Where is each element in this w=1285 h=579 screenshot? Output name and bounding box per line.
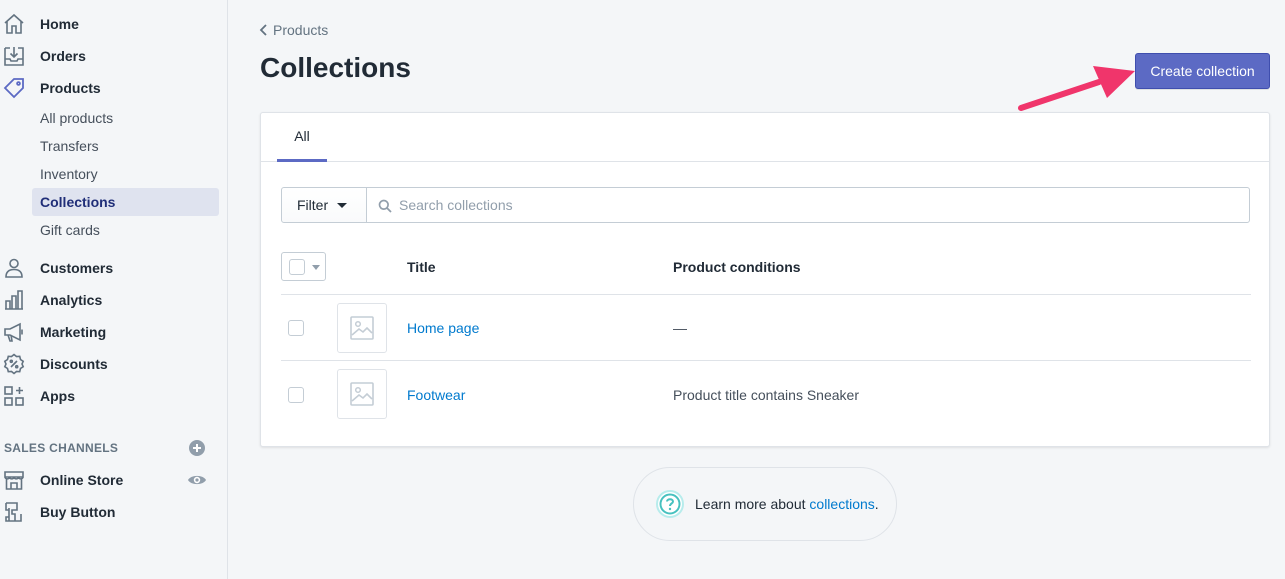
- discount-icon: [3, 353, 25, 375]
- nav-marketing-label: Marketing: [40, 324, 107, 340]
- buy-button-icon: [3, 501, 25, 523]
- breadcrumb[interactable]: Products: [258, 22, 328, 38]
- view-store-eye-icon[interactable]: [187, 471, 207, 489]
- help-suffix: .: [874, 496, 879, 512]
- subnav-gift-cards[interactable]: Gift cards: [32, 216, 219, 244]
- nav-customers-label: Customers: [40, 260, 114, 276]
- subnav-transfers[interactable]: Transfers: [32, 132, 219, 160]
- sales-channels-header: SALES CHANNELS: [4, 441, 119, 455]
- tab-all[interactable]: All: [277, 113, 327, 162]
- filter-button[interactable]: Filter: [281, 187, 367, 223]
- home-icon: [3, 13, 25, 35]
- nav-discounts[interactable]: Discounts: [0, 350, 228, 378]
- caret-down-icon[interactable]: [312, 265, 320, 270]
- collection-thumbnail[interactable]: [337, 303, 387, 353]
- nav-buy-button[interactable]: Buy Button: [0, 498, 228, 526]
- create-collection-button[interactable]: Create collection: [1135, 53, 1270, 89]
- nav-online-store-label: Online Store: [40, 472, 124, 488]
- nav-marketing[interactable]: Marketing: [0, 318, 228, 346]
- search-icon: [378, 199, 392, 213]
- bulk-select-all[interactable]: [281, 252, 326, 281]
- customers-icon: [3, 257, 25, 279]
- help-prefix: Learn more about: [695, 496, 810, 512]
- row-checkbox[interactable]: [288, 320, 304, 336]
- add-channel-icon[interactable]: [188, 439, 206, 457]
- nav-orders[interactable]: Orders: [0, 42, 228, 70]
- column-header-title[interactable]: Title: [407, 259, 436, 275]
- analytics-icon: [3, 289, 25, 311]
- help-text: Learn more about collections.: [695, 496, 879, 512]
- collection-conditions: Product title contains Sneaker: [673, 387, 859, 403]
- chevron-left-icon: [259, 24, 267, 36]
- column-header-conditions: Product conditions: [673, 259, 801, 275]
- annotation-arrow-icon: [1018, 66, 1135, 111]
- collection-thumbnail[interactable]: [337, 369, 387, 419]
- collections-help-link[interactable]: collections: [809, 496, 874, 512]
- collection-title-link[interactable]: Home page: [407, 320, 479, 336]
- collection-conditions: —: [673, 320, 687, 336]
- collection-title-link[interactable]: Footwear: [407, 387, 465, 403]
- subnav-all-products[interactable]: All products: [32, 104, 219, 132]
- row-checkbox[interactable]: [288, 387, 304, 403]
- search-collections-input[interactable]: [399, 188, 1239, 222]
- caret-down-icon: [337, 202, 348, 208]
- apps-icon: [3, 385, 25, 407]
- breadcrumb-products[interactable]: Products: [273, 22, 328, 38]
- search-box[interactable]: [366, 187, 1250, 223]
- filter-button-label: Filter: [297, 197, 329, 213]
- image-placeholder-icon: [350, 316, 374, 340]
- row-divider: [281, 360, 1251, 361]
- store-icon: [3, 469, 25, 491]
- nav-customers[interactable]: Customers: [0, 254, 228, 282]
- help-footer: Learn more about collections.: [633, 467, 897, 541]
- nav-home[interactable]: Home: [0, 10, 228, 38]
- tab-bar: All: [261, 113, 1269, 162]
- page-title: Collections: [260, 52, 411, 83]
- image-placeholder-icon: [350, 382, 374, 406]
- nav-discounts-label: Discounts: [40, 356, 108, 372]
- sidebar: Home Orders Products All products Transf…: [0, 0, 228, 579]
- orders-icon: [3, 45, 25, 67]
- collections-card: All Filter Title Product conditions Home…: [260, 112, 1270, 447]
- megaphone-icon: [3, 321, 25, 343]
- tag-icon: [3, 77, 25, 99]
- nav-orders-label: Orders: [40, 48, 86, 64]
- select-all-checkbox[interactable]: [289, 259, 305, 275]
- nav-apps-label: Apps: [40, 388, 75, 404]
- nav-apps[interactable]: Apps: [0, 382, 228, 410]
- nav-products[interactable]: Products: [0, 74, 228, 102]
- nav-analytics[interactable]: Analytics: [0, 286, 228, 314]
- nav-analytics-label: Analytics: [40, 292, 103, 308]
- row-divider: [281, 294, 1251, 295]
- nav-home-label: Home: [40, 16, 79, 32]
- subnav-inventory[interactable]: Inventory: [32, 160, 219, 188]
- nav-buy-button-label: Buy Button: [40, 504, 116, 520]
- subnav-collections[interactable]: Collections: [32, 188, 219, 216]
- nav-products-label: Products: [40, 80, 101, 96]
- question-circle-icon: [656, 490, 684, 518]
